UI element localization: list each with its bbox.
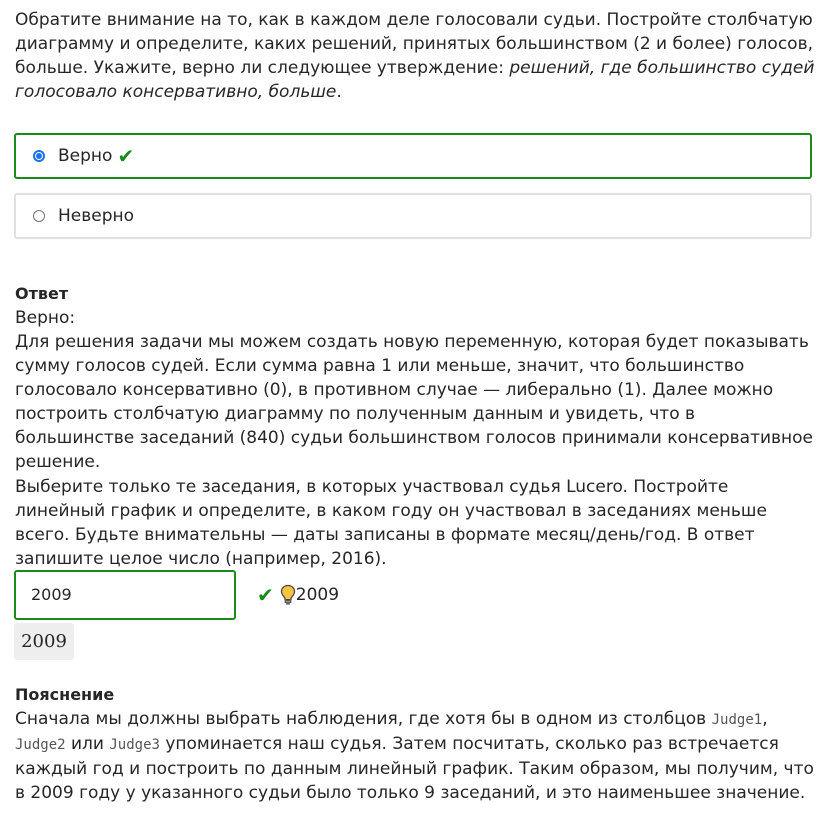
question-1-text: Обратите внимание на то, как в каждом де… <box>15 8 815 104</box>
explanation-heading: Пояснение <box>15 685 115 704</box>
column-judge1: Judge1 <box>711 712 763 728</box>
answer-input-value: 2009 <box>31 585 72 604</box>
option-false-label: Неверно <box>58 206 135 226</box>
explanation-part-1: Сначала мы должны выбрать наблюдения, гд… <box>15 709 712 729</box>
explanation-separator: , <box>762 709 768 729</box>
column-judge3: Judge3 <box>109 737 160 753</box>
explanation-text: Сначала мы должны выбрать наблюдения, гд… <box>15 707 815 805</box>
explanation-part-2: или <box>65 734 110 754</box>
option-false[interactable]: Неверно <box>14 193 812 239</box>
answer-value: Верно: <box>15 308 76 328</box>
correct-answer-badge: 2009 <box>14 623 74 660</box>
radio-true[interactable] <box>33 150 45 162</box>
lightbulb-icon <box>280 584 295 605</box>
explanation-block: Пояснение Сначала мы должны выбрать набл… <box>15 683 815 805</box>
correct-answer-value: 2009 <box>21 630 67 652</box>
check-icon: ✔ <box>117 144 135 168</box>
option-true[interactable]: Верно ✔ <box>14 133 812 179</box>
question-2-text: Выберите только те заседания, в которых … <box>15 477 767 569</box>
feedback-value: 2009 <box>295 585 340 605</box>
answer-text: Для решения задачи мы можем создать нову… <box>15 332 814 472</box>
column-judge2: Judge2 <box>15 737 66 753</box>
radio-false[interactable] <box>33 210 45 222</box>
question-1-end: . <box>336 82 342 102</box>
check-icon: ✔ <box>257 583 274 607</box>
option-true-label: Верно <box>58 146 113 166</box>
answer-block: Ответ Верно: Для решения задачи мы можем… <box>15 282 815 474</box>
answer-feedback: ✔ 2009 <box>257 583 339 607</box>
answer-input[interactable]: 2009 <box>14 570 236 620</box>
answer-heading: Ответ <box>15 284 69 303</box>
